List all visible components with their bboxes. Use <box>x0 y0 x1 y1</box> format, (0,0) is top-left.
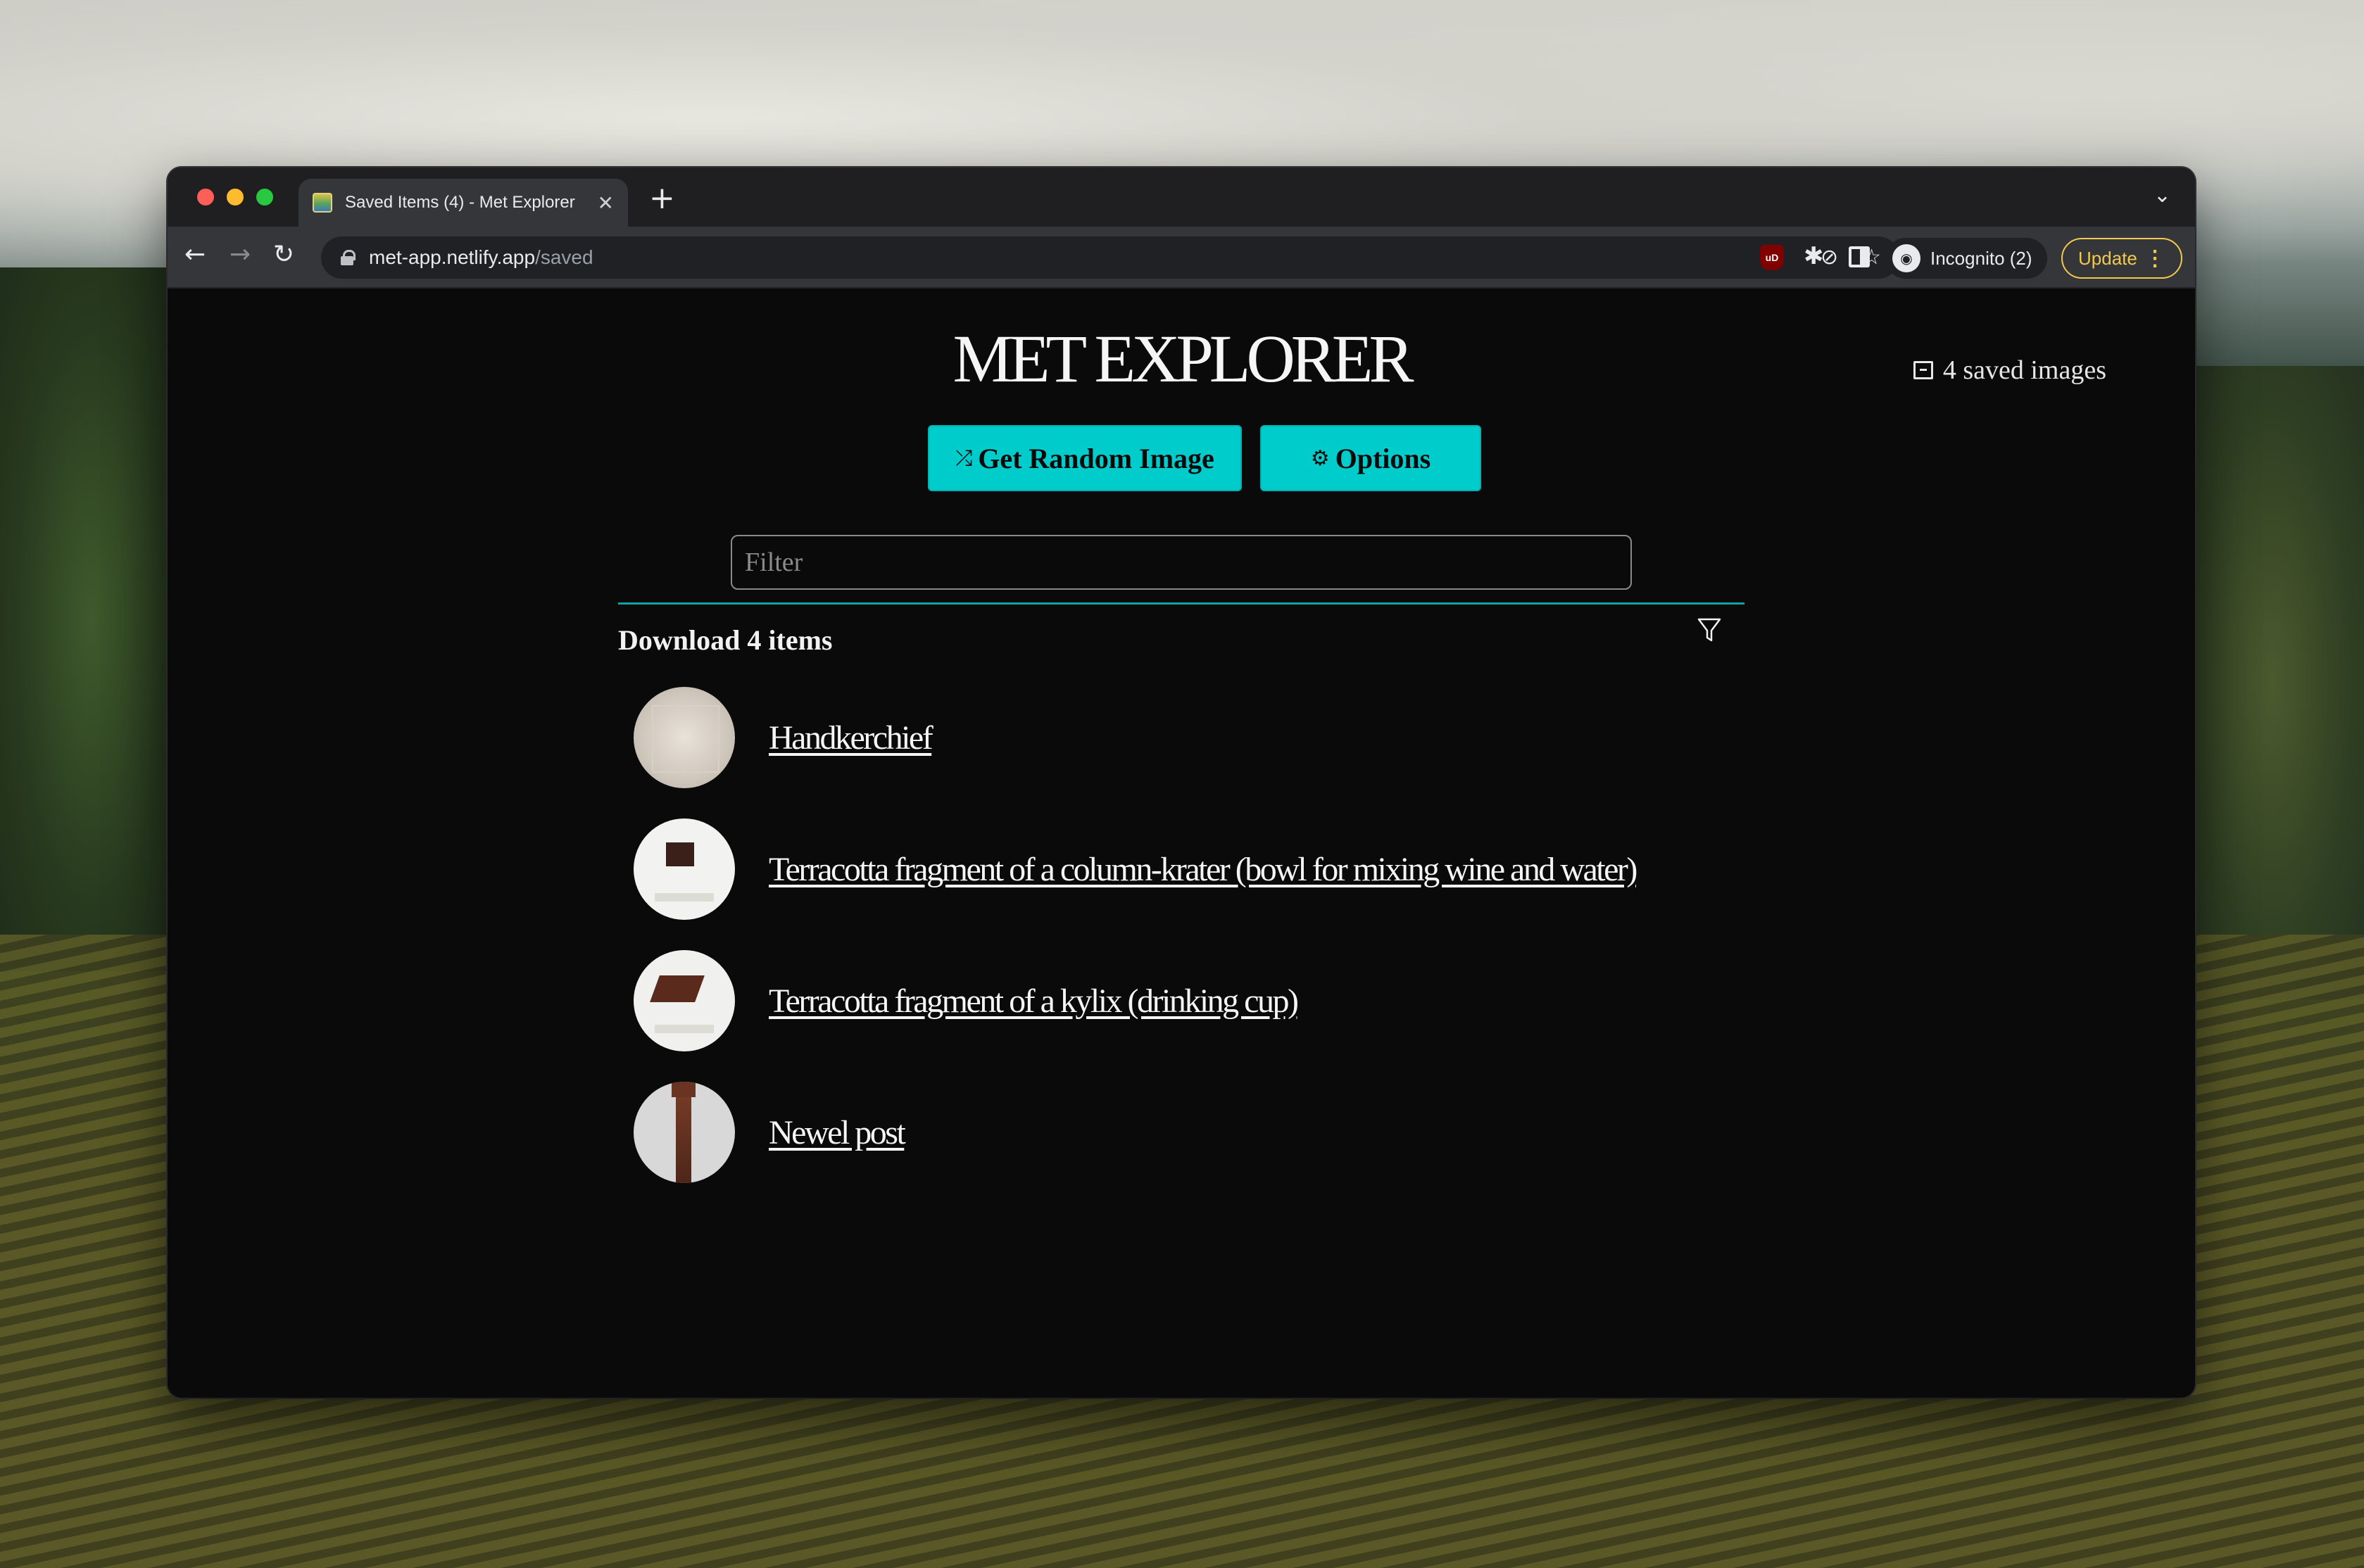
page-content: MET EXPLORER 4 saved images ⤮ Get Random… <box>168 289 2195 1398</box>
gear-icon: ⚙ <box>1310 445 1330 471</box>
incognito-profile-button[interactable]: ◉ Incognito (2) <box>1885 238 2047 279</box>
saved-images-link[interactable]: 4 saved images <box>1913 355 2106 386</box>
wallpaper-trees-left <box>0 267 183 971</box>
download-items-link[interactable]: Download 4 items <box>618 624 832 657</box>
options-label: Options <box>1335 442 1431 474</box>
tab-close-icon[interactable]: ✕ <box>598 191 614 215</box>
tab-strip: Saved Items (4) - Met Explorer ✕ + ⌄ <box>168 167 2195 227</box>
funnel-icon[interactable] <box>1697 617 1722 645</box>
url-host: met-app.netlify.app <box>369 246 536 268</box>
divider <box>618 602 1744 605</box>
item-title-link[interactable]: Terracotta fragment of a column-krater (… <box>769 850 1637 889</box>
list-item: Newel post <box>634 1082 906 1183</box>
get-random-image-label: Get Random Image <box>978 442 1214 474</box>
shuffle-icon: ⤮ <box>955 445 973 471</box>
address-bar[interactable]: met-app.netlify.app/saved ⊘ ☆ <box>321 236 1899 279</box>
lock-icon[interactable] <box>341 250 356 265</box>
filter-input[interactable] <box>731 535 1632 590</box>
puzzle-icon[interactable]: ✱ <box>1804 242 1824 270</box>
browser-toolbar: ← → ↻ met-app.netlify.app/saved ⊘ ☆ uD ✱… <box>168 227 2195 289</box>
maximize-window-button[interactable] <box>256 189 273 206</box>
tab-search-chevron-icon[interactable]: ⌄ <box>2154 183 2171 208</box>
list-item: Terracotta fragment of a column-krater (… <box>634 818 1637 920</box>
saved-count-label: 4 saved images <box>1942 355 2106 385</box>
new-tab-button[interactable]: + <box>649 183 675 214</box>
url-path: /saved <box>535 246 593 268</box>
item-title-link[interactable]: Newel post <box>769 1113 906 1152</box>
wallpaper-trees-right <box>2181 366 2364 999</box>
options-button[interactable]: ⚙ Options <box>1262 426 1480 490</box>
window-controls <box>197 189 273 206</box>
item-thumbnail[interactable] <box>634 687 735 788</box>
reload-icon[interactable]: ↻ <box>273 241 294 269</box>
item-thumbnail[interactable] <box>634 950 735 1051</box>
incognito-icon: ◉ <box>1892 244 1920 272</box>
tab-title: Saved Items (4) - Met Explorer <box>345 193 575 212</box>
ublock-icon[interactable]: uD <box>1760 245 1784 270</box>
kebab-menu-icon[interactable]: ⋮ <box>2144 246 2165 271</box>
item-thumbnail[interactable] <box>634 1082 735 1183</box>
favicon-icon <box>313 193 332 213</box>
list-item: Handkerchief <box>634 687 933 788</box>
item-title-link[interactable]: Handkerchief <box>769 719 933 757</box>
item-thumbnail[interactable] <box>634 818 735 920</box>
side-panel-icon[interactable] <box>1849 246 1870 267</box>
tab-saved-items[interactable]: Saved Items (4) - Met Explorer ✕ <box>298 179 628 227</box>
list-item: Terracotta fragment of a kylix (drinking… <box>634 950 1299 1051</box>
browser-window: Saved Items (4) - Met Explorer ✕ + ⌄ ← →… <box>168 167 2195 1398</box>
close-window-button[interactable] <box>197 189 214 206</box>
get-random-image-button[interactable]: ⤮ Get Random Image <box>929 426 1240 490</box>
forward-arrow-icon[interactable]: → <box>230 241 251 269</box>
update-label: Update <box>2078 247 2137 269</box>
minimize-window-button[interactable] <box>227 189 244 206</box>
incognito-label: Incognito (2) <box>1930 247 2032 269</box>
update-button[interactable]: Update ⋮ <box>2061 238 2182 279</box>
archive-icon <box>1913 361 1933 379</box>
back-arrow-icon[interactable]: ← <box>184 241 206 269</box>
item-title-link[interactable]: Terracotta fragment of a kylix (drinking… <box>769 982 1299 1020</box>
page-title: MET EXPLORER <box>952 321 1414 396</box>
